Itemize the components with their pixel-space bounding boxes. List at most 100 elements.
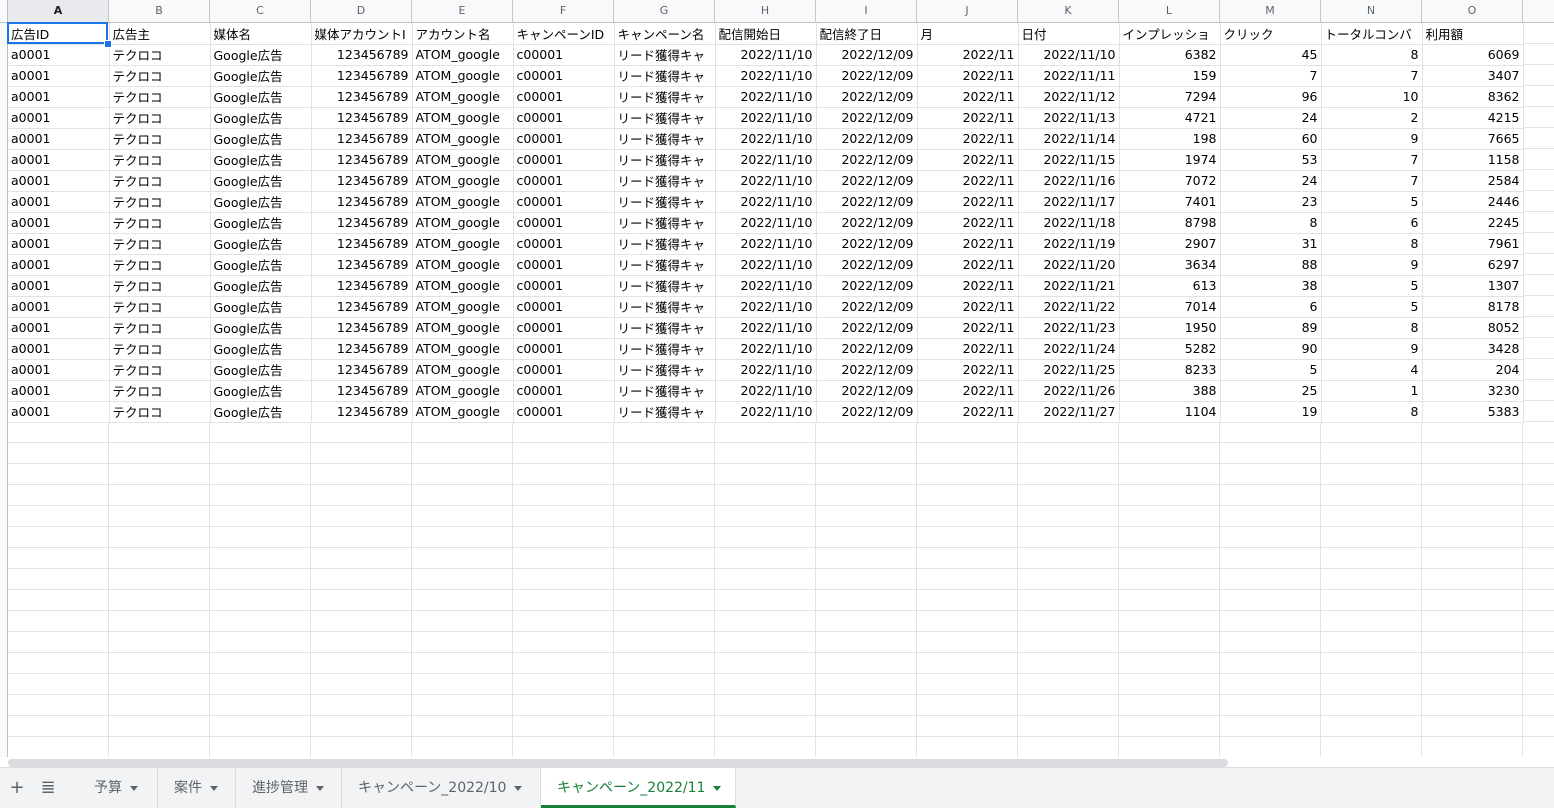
cell-i1[interactable]: 配信終了日 <box>816 23 918 45</box>
cell-j10[interactable]: 2022/11 <box>917 212 1019 234</box>
cell-a19[interactable]: a0001 <box>8 401 110 423</box>
cell-o5[interactable]: 4215 <box>1422 107 1524 129</box>
cell-l11[interactable]: 2907 <box>1119 233 1221 255</box>
cell-b5[interactable]: テクロコ <box>109 107 211 129</box>
cell-c17[interactable]: Google広告 <box>210 359 312 381</box>
cell-d19[interactable]: 123456789 <box>311 401 413 423</box>
sheet-tab-2[interactable]: 案件 <box>158 768 236 808</box>
cell-f19[interactable]: c00001 <box>513 401 615 423</box>
cell-f3[interactable]: c00001 <box>513 65 615 87</box>
cell-g13[interactable]: リード獲得キャ <box>614 275 716 297</box>
cell-e9[interactable]: ATOM_google <box>412 191 514 213</box>
all-sheets-list-button[interactable]: ≣ <box>36 768 60 808</box>
cell-d14[interactable]: 123456789 <box>311 296 413 318</box>
cell-a7[interactable]: a0001 <box>8 149 110 171</box>
cell-b15[interactable]: テクロコ <box>109 317 211 339</box>
cell-k11[interactable]: 2022/11/19 <box>1018 233 1120 255</box>
cell-a9[interactable]: a0001 <box>8 191 110 213</box>
cell-i3[interactable]: 2022/12/09 <box>816 65 918 87</box>
cell-f11[interactable]: c00001 <box>513 233 615 255</box>
cell-f2[interactable]: c00001 <box>513 44 615 66</box>
cell-h12[interactable]: 2022/11/10 <box>715 254 817 276</box>
chevron-down-icon[interactable] <box>130 785 138 791</box>
cell-m14[interactable]: 6 <box>1220 296 1322 318</box>
cell-j3[interactable]: 2022/11 <box>917 65 1019 87</box>
cell-b3[interactable]: テクロコ <box>109 65 211 87</box>
cell-f15[interactable]: c00001 <box>513 317 615 339</box>
column-header-o[interactable]: O <box>1422 0 1523 22</box>
cell-d7[interactable]: 123456789 <box>311 149 413 171</box>
cell-e14[interactable]: ATOM_google <box>412 296 514 318</box>
cell-e4[interactable]: ATOM_google <box>412 86 514 108</box>
cell-n6[interactable]: 9 <box>1321 128 1423 150</box>
cell-o6[interactable]: 7665 <box>1422 128 1524 150</box>
cell-e19[interactable]: ATOM_google <box>412 401 514 423</box>
cell-a10[interactable]: a0001 <box>8 212 110 234</box>
select-all-corner[interactable] <box>0 0 8 22</box>
cell-k6[interactable]: 2022/11/14 <box>1018 128 1120 150</box>
cell-e16[interactable]: ATOM_google <box>412 338 514 360</box>
cell-g6[interactable]: リード獲得キャ <box>614 128 716 150</box>
cell-k9[interactable]: 2022/11/17 <box>1018 191 1120 213</box>
cell-f17[interactable]: c00001 <box>513 359 615 381</box>
cell-c18[interactable]: Google広告 <box>210 380 312 402</box>
column-header-j[interactable]: J <box>917 0 1018 22</box>
cell-i7[interactable]: 2022/12/09 <box>816 149 918 171</box>
cell-c2[interactable]: Google広告 <box>210 44 312 66</box>
cell-i10[interactable]: 2022/12/09 <box>816 212 918 234</box>
cell-g14[interactable]: リード獲得キャ <box>614 296 716 318</box>
cell-a1[interactable]: 広告ID <box>8 23 110 45</box>
cell-m5[interactable]: 24 <box>1220 107 1322 129</box>
cell-e11[interactable]: ATOM_google <box>412 233 514 255</box>
sheet-tab-4[interactable]: キャンペーン_2022/10 <box>342 768 541 808</box>
cell-c13[interactable]: Google広告 <box>210 275 312 297</box>
cell-k15[interactable]: 2022/11/23 <box>1018 317 1120 339</box>
cell-i2[interactable]: 2022/12/09 <box>816 44 918 66</box>
cell-o4[interactable]: 8362 <box>1422 86 1524 108</box>
cell-b11[interactable]: テクロコ <box>109 233 211 255</box>
cell-b1[interactable]: 広告主 <box>109 23 211 45</box>
cell-h11[interactable]: 2022/11/10 <box>715 233 817 255</box>
cell-j8[interactable]: 2022/11 <box>917 170 1019 192</box>
cell-b12[interactable]: テクロコ <box>109 254 211 276</box>
cell-n15[interactable]: 8 <box>1321 317 1423 339</box>
cell-b6[interactable]: テクロコ <box>109 128 211 150</box>
cell-e18[interactable]: ATOM_google <box>412 380 514 402</box>
cell-j5[interactable]: 2022/11 <box>917 107 1019 129</box>
cell-o3[interactable]: 3407 <box>1422 65 1524 87</box>
cell-m6[interactable]: 60 <box>1220 128 1322 150</box>
cell-k7[interactable]: 2022/11/15 <box>1018 149 1120 171</box>
cell-l15[interactable]: 1950 <box>1119 317 1221 339</box>
cell-e2[interactable]: ATOM_google <box>412 44 514 66</box>
cell-l14[interactable]: 7014 <box>1119 296 1221 318</box>
horizontal-scrollbar[interactable] <box>8 759 1228 767</box>
spreadsheet-grid[interactable]: ABCDEFGHIJKLMNO 広告ID 広告主 媒体名 媒体アカウントI アカウント名… <box>0 0 1554 757</box>
cell-k12[interactable]: 2022/11/20 <box>1018 254 1120 276</box>
cell-d12[interactable]: 123456789 <box>311 254 413 276</box>
column-header-k[interactable]: K <box>1018 0 1119 22</box>
cell-i19[interactable]: 2022/12/09 <box>816 401 918 423</box>
cell-j6[interactable]: 2022/11 <box>917 128 1019 150</box>
cell-i18[interactable]: 2022/12/09 <box>816 380 918 402</box>
cell-a3[interactable]: a0001 <box>8 65 110 87</box>
column-header-n[interactable]: N <box>1321 0 1422 22</box>
cell-g12[interactable]: リード獲得キャ <box>614 254 716 276</box>
cell-o10[interactable]: 2245 <box>1422 212 1524 234</box>
cell-l17[interactable]: 8233 <box>1119 359 1221 381</box>
cell-k16[interactable]: 2022/11/24 <box>1018 338 1120 360</box>
cell-g10[interactable]: リード獲得キャ <box>614 212 716 234</box>
cell-m3[interactable]: 7 <box>1220 65 1322 87</box>
cell-o16[interactable]: 3428 <box>1422 338 1524 360</box>
cell-f12[interactable]: c00001 <box>513 254 615 276</box>
cell-b4[interactable]: テクロコ <box>109 86 211 108</box>
cell-h19[interactable]: 2022/11/10 <box>715 401 817 423</box>
cell-d8[interactable]: 123456789 <box>311 170 413 192</box>
cell-g1[interactable]: キャンペーン名 <box>614 23 716 45</box>
cell-g17[interactable]: リード獲得キャ <box>614 359 716 381</box>
cell-i6[interactable]: 2022/12/09 <box>816 128 918 150</box>
cell-i15[interactable]: 2022/12/09 <box>816 317 918 339</box>
cell-d9[interactable]: 123456789 <box>311 191 413 213</box>
cell-k10[interactable]: 2022/11/18 <box>1018 212 1120 234</box>
cell-l6[interactable]: 198 <box>1119 128 1221 150</box>
cell-n17[interactable]: 4 <box>1321 359 1423 381</box>
